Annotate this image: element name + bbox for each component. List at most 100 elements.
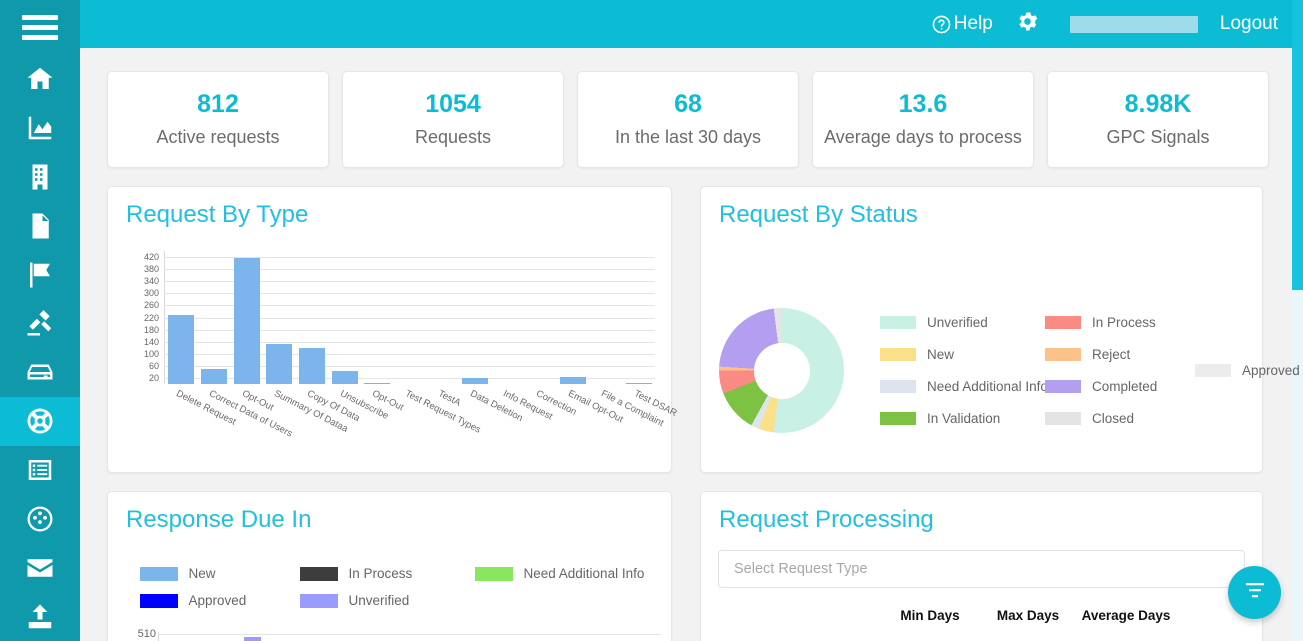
chart-bar-cell [263,251,296,384]
legend-item[interactable]: In Validation [880,403,1045,435]
chart-x-label-cell: Opt-Out [361,387,406,467]
kpi-label: Active requests [156,126,280,147]
request-type-select[interactable] [718,550,1245,588]
chart-x-label-cell: Data Deletion [459,387,525,467]
response-due-in-legend: New In Process Need Additional Info Approve… [139,534,644,614]
sidebar-item-legal[interactable] [0,299,80,348]
filter-icon [1243,578,1267,607]
chart-y-tick: 20 [148,372,159,383]
status-body: Unverified New Need Additional Info In Vali… [701,229,1300,474]
legend-swatch [880,348,916,361]
chart-y-axis-line [158,632,159,641]
legend-label: In Process [348,566,413,581]
chart-bar[interactable] [299,348,326,384]
chart-bar[interactable] [201,368,227,384]
select-request-type-input[interactable] [732,560,1231,578]
legend-item[interactable]: New [139,560,300,587]
legend-swatch [139,566,178,581]
help-label: Help [953,13,993,34]
hamburger-icon[interactable] [0,0,80,55]
legend-item[interactable]: In Process [299,560,475,587]
sidebar-item-analytics[interactable] [0,104,80,153]
chart-bar[interactable] [462,377,489,384]
help-button[interactable]: Help [931,13,993,35]
sidebar-item-flags[interactable] [0,250,80,299]
panel-request-by-status: Request By Status Unverified New Need Addi… [700,186,1300,474]
chart-bar-cell [426,251,459,384]
legend-label: In Validation [927,411,1001,426]
sidebar-item-controls[interactable] [0,494,80,543]
chart-bar-cell [165,251,198,384]
legend-item[interactable]: Unverified [299,587,475,614]
chart-bar[interactable] [364,383,391,384]
legend-swatch [299,593,338,608]
chart-bar-cell [394,251,427,384]
dashboard-root: Help Logout 812 Active requests 1054 Req… [0,0,1303,641]
chart-bar[interactable] [331,371,358,384]
gavel-icon [25,308,55,338]
filter-fab-button[interactable] [1228,566,1281,619]
kpi-value: 8.98K [1124,90,1192,119]
request-by-status-donut [719,308,844,433]
chart-bar[interactable] [168,314,195,384]
chart-bar[interactable] [625,383,652,384]
legend-label: New [188,566,216,581]
logout-button[interactable]: Logout [1220,13,1278,35]
legend-item[interactable]: Unverified [880,307,1045,339]
topbar: Help Logout [80,0,1294,48]
sidebar [0,0,80,641]
sidebar-item-lists[interactable] [0,446,80,495]
legend-item[interactable]: In Process [1045,307,1195,339]
legend-item[interactable]: Need Additional Info [880,371,1048,403]
sidebar-item-archive[interactable] [0,348,80,397]
panel-request-by-type: Request By Type 20 60 100 140 180 220 260 300 34… [107,186,678,473]
chart-y-tick: 140 [143,336,159,347]
legend-swatch [1195,364,1231,377]
sidebar-item-home[interactable] [0,55,80,104]
legend-column-1: Unverified New Need Additional Info In Vali… [880,307,1048,435]
question-circle-icon [931,14,952,35]
chart-y-tick: 100 [143,348,159,359]
legend-label: Approved [188,593,247,608]
kpi-label: Requests [414,126,492,147]
chart-x-label-cell: Summary Of Dataa [263,387,350,467]
sidebar-item-requests[interactable] [0,396,80,446]
chart-x-label-cell: Correct Data of Users [198,387,294,467]
panel-row-top: Request By Type 20 60 100 140 180 220 260 300 34… [80,168,1300,474]
gear-icon [1015,9,1040,40]
sidebar-item-upload[interactable] [0,592,80,641]
kpi-label: In the last 30 days [614,126,762,147]
legend-column-3: Approved [1195,307,1300,435]
legend-swatch [1045,348,1081,361]
chart-bar-cell [524,251,557,384]
chart-y-tick: 380 [143,264,159,275]
legend-label: Unverified [927,315,988,330]
user-name-redacted[interactable] [1069,15,1198,33]
chart-bars [165,251,655,384]
kpi-value: 1054 [425,90,481,119]
kpi-card: 13.6 Average days to process [812,71,1034,168]
sidebar-item-messages[interactable] [0,543,80,592]
kpi-label: GPC Signals [1106,126,1210,147]
kpi-value: 68 [674,90,702,119]
legend-item[interactable]: Reject [1045,339,1195,371]
chart-bar[interactable] [233,258,260,384]
legend-label: Closed [1092,411,1135,426]
legend-item[interactable]: Approved [1195,355,1300,387]
settings-button[interactable] [1015,9,1040,40]
chart-bar[interactable] [244,637,261,641]
chart-bar[interactable] [560,377,587,384]
legend-item[interactable]: New [880,339,1045,371]
column-header-max-days: Max Days [996,608,1060,623]
sidebar-item-documents[interactable] [0,201,80,250]
legend-item[interactable]: Completed [1045,371,1195,403]
panel-row-bottom: Response Due In New In Process Need Additi… [80,473,1294,641]
chart-x-label-cell: Correction [524,387,578,467]
chart-x-label-cell: Test DSAR [622,387,678,467]
sidebar-item-organization[interactable] [0,153,80,202]
chart-bar[interactable] [266,344,293,384]
legend-item[interactable]: Closed [1045,403,1195,435]
legend-item[interactable]: Need Additional Info [474,560,644,587]
legend-item[interactable]: Approved [139,587,300,614]
legend-swatch [474,566,513,581]
